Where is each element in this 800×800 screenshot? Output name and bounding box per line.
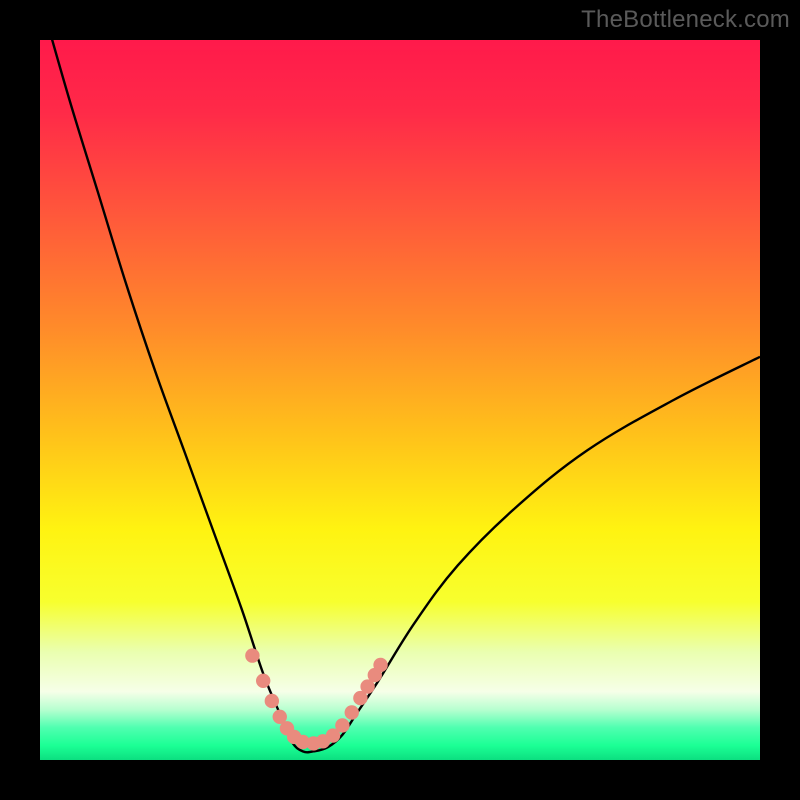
plot-area: [40, 40, 760, 760]
gradient-background: [40, 40, 760, 760]
curve-marker: [265, 694, 279, 708]
bottleneck-chart: [40, 40, 760, 760]
curve-marker: [335, 718, 349, 732]
curve-marker: [373, 658, 387, 672]
curve-marker: [256, 674, 270, 688]
outer-frame: TheBottleneck.com: [0, 0, 800, 800]
curve-marker: [245, 648, 259, 662]
watermark-text: TheBottleneck.com: [581, 6, 790, 34]
curve-marker: [345, 705, 359, 719]
